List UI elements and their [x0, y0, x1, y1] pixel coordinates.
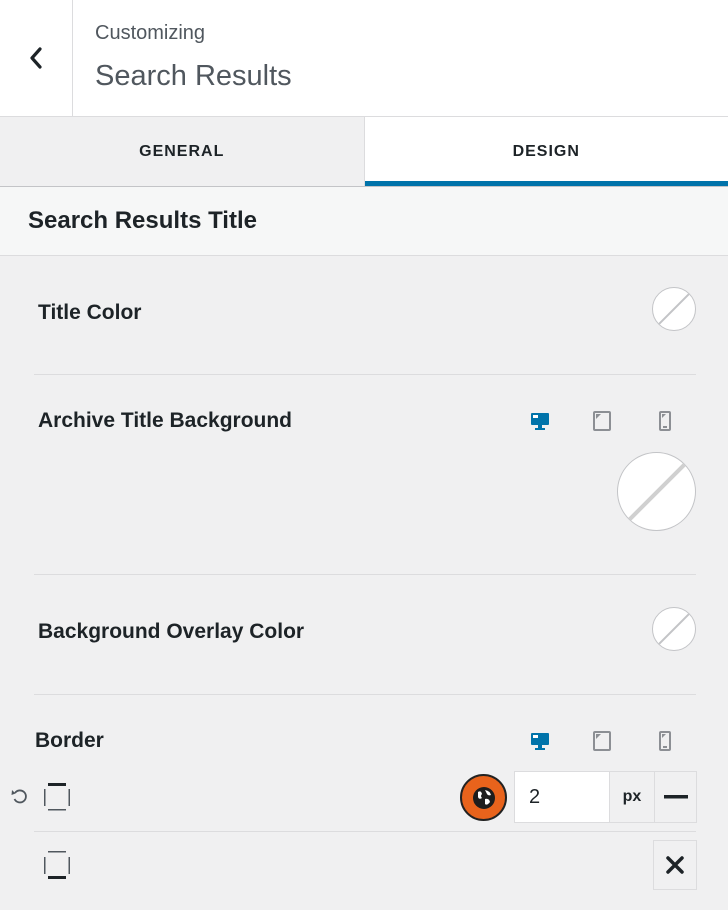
desktop-icon[interactable] [527, 728, 553, 754]
border-bottom-icon [42, 849, 72, 881]
desktop-icon[interactable] [527, 408, 553, 434]
mobile-icon[interactable] [652, 408, 678, 434]
border-top-width-input[interactable]: 2 [514, 771, 610, 823]
close-button[interactable] [653, 840, 697, 890]
close-icon [666, 856, 684, 874]
section-title: Search Results Title [0, 187, 728, 256]
border-label: Border [35, 729, 104, 752]
background-overlay-color-swatch[interactable] [652, 607, 696, 651]
page-title: Search Results [95, 60, 292, 92]
divider [34, 831, 696, 832]
chevron-left-icon [30, 47, 42, 69]
globe-button[interactable] [460, 774, 507, 821]
tablet-icon[interactable] [589, 728, 615, 754]
mobile-icon[interactable] [652, 728, 678, 754]
tab-bar: GENERAL DESIGN [0, 117, 728, 187]
tab-general[interactable]: GENERAL [0, 117, 365, 186]
tablet-icon[interactable] [589, 408, 615, 434]
reset-icon[interactable] [9, 785, 31, 807]
minus-icon [663, 795, 688, 799]
unit-selector[interactable]: px [610, 771, 654, 823]
archive-title-background-swatch[interactable] [617, 452, 696, 531]
tab-design[interactable]: DESIGN [364, 117, 728, 186]
globe-icon [472, 786, 495, 809]
title-color-swatch[interactable] [652, 287, 696, 331]
background-overlay-color-label: Background Overlay Color [38, 620, 305, 643]
minus-button[interactable] [654, 771, 697, 823]
archive-title-background-label: Archive Title Background [38, 409, 293, 432]
border-top-icon [42, 781, 72, 813]
title-color-label: Title Color [38, 301, 142, 324]
back-button[interactable] [0, 0, 73, 116]
divider [34, 574, 696, 575]
header-subtitle: Customizing [95, 22, 206, 44]
divider [34, 374, 696, 375]
divider [34, 694, 696, 695]
customizer-header: Customizing Search Results [0, 0, 728, 117]
